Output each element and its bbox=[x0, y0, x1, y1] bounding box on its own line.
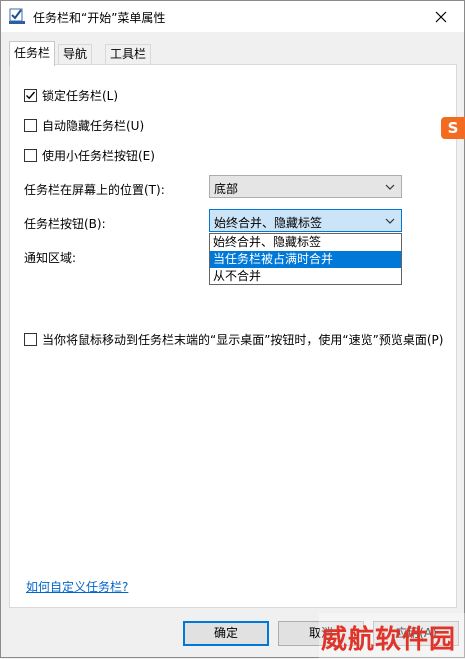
autohide-label: 自动隐藏任务栏(U) bbox=[42, 119, 145, 133]
tab-taskbar[interactable]: 任务栏 bbox=[9, 41, 56, 66]
notification-label-text: 通知区域: bbox=[24, 251, 77, 265]
tab-toolbars[interactable]: 工具栏 bbox=[105, 44, 152, 65]
close-button[interactable] bbox=[418, 1, 464, 32]
dropdown-option[interactable]: 始终合并、隐藏标签 bbox=[210, 234, 401, 251]
sogou-ime-icon[interactable]: S bbox=[441, 117, 465, 139]
tab-strip: 任务栏 导航 工具栏 bbox=[1, 32, 464, 66]
taskbar-tab-panel: 锁定任务栏(L) 自动隐藏任务栏(U) 使用小任务栏按钮(E) 任务栏在屏幕上的… bbox=[9, 64, 457, 608]
buttons-select[interactable]: 始终合并、隐藏标签 bbox=[209, 209, 402, 232]
notification-label: 通知区域: bbox=[24, 249, 76, 266]
window-title: 任务栏和“开始”菜单属性 bbox=[33, 11, 166, 25]
dropdown-option[interactable]: 从不合并 bbox=[210, 268, 401, 285]
autohide-option[interactable]: 自动隐藏任务栏(U) bbox=[24, 117, 144, 134]
small-buttons-option[interactable]: 使用小任务栏按钮(E) bbox=[24, 147, 155, 164]
tab-toolbars-label: 工具栏 bbox=[110, 47, 147, 61]
title-bar[interactable]: 任务栏和“开始”菜单属性 bbox=[1, 1, 464, 32]
peek-label: 当你将鼠标移动到任务栏末端的“显示桌面”按钮时，使用“速览”预览桌面(P) bbox=[42, 333, 444, 347]
tab-navigation-label: 导航 bbox=[63, 47, 88, 61]
properties-window: 任务栏和“开始”菜单属性 任务栏 导航 工具栏 锁定任务栏(L) 自动隐藏任务栏 bbox=[0, 0, 465, 659]
customize-taskbar-help-link[interactable]: 如何自定义任务栏? bbox=[26, 578, 128, 595]
tab-navigation[interactable]: 导航 bbox=[58, 44, 93, 65]
close-icon bbox=[435, 11, 447, 22]
position-label: 任务栏在屏幕上的位置(T): bbox=[24, 181, 165, 198]
small-buttons-checkbox[interactable] bbox=[24, 149, 37, 162]
lock-taskbar-label: 锁定任务栏(L) bbox=[42, 89, 119, 103]
tab-taskbar-label: 任务栏 bbox=[14, 46, 51, 60]
chevron-down-icon bbox=[385, 184, 395, 190]
chevron-down-icon bbox=[385, 218, 395, 224]
position-label-text: 任务栏在屏幕上的位置(T): bbox=[24, 183, 165, 197]
position-select-value: 底部 bbox=[214, 182, 239, 196]
peek-option[interactable]: 当你将鼠标移动到任务栏末端的“显示桌面”按钮时，使用“速览”预览桌面(P) bbox=[24, 331, 443, 348]
watermark-text: 威航软件园 bbox=[321, 625, 457, 655]
small-buttons-label: 使用小任务栏按钮(E) bbox=[42, 149, 155, 163]
lock-taskbar-checkbox[interactable] bbox=[24, 89, 37, 102]
buttons-dropdown-list[interactable]: 始终合并、隐藏标签 当任务栏被占满时合并 从不合并 bbox=[209, 233, 402, 285]
buttons-select-value: 始终合并、隐藏标签 bbox=[214, 216, 323, 230]
dropdown-option[interactable]: 当任务栏被占满时合并 bbox=[210, 251, 401, 268]
ok-button[interactable]: 确定 bbox=[183, 621, 269, 646]
site-watermark: 威航软件园 bbox=[319, 613, 465, 659]
position-select[interactable]: 底部 bbox=[209, 175, 402, 198]
lock-taskbar-option[interactable]: 锁定任务栏(L) bbox=[24, 87, 118, 104]
autohide-checkbox[interactable] bbox=[24, 119, 37, 132]
taskbar-properties-icon bbox=[9, 7, 25, 24]
checkmark-icon bbox=[26, 91, 36, 100]
buttons-label-text: 任务栏按钮(B): bbox=[24, 217, 106, 231]
buttons-label: 任务栏按钮(B): bbox=[24, 215, 106, 232]
peek-checkbox[interactable] bbox=[24, 333, 37, 346]
